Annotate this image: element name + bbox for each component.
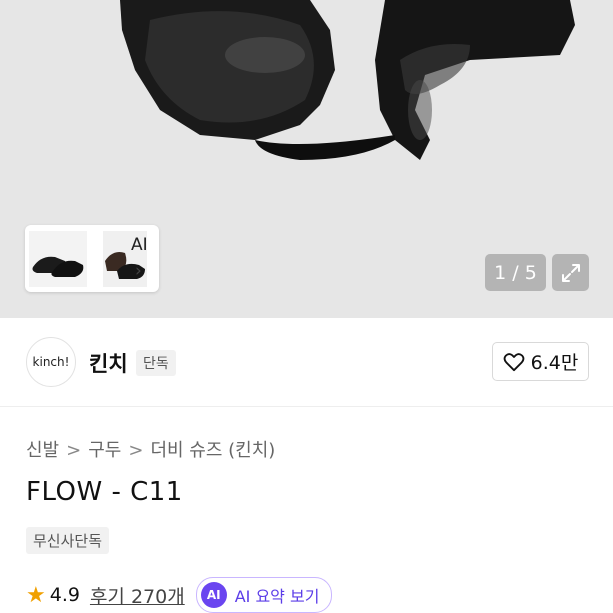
thumbnail-image[interactable] — [29, 231, 87, 287]
product-image-gallery[interactable]: AI › 1 / 5 — [0, 0, 613, 318]
exclusive-badge: 단독 — [136, 350, 176, 376]
ai-summary-button[interactable]: AI AI 요약 보기 — [195, 577, 333, 613]
ai-badge-icon: AI — [200, 582, 227, 608]
rating-value: 4.9 — [49, 584, 80, 606]
brand-row: kinch! 킨치 단독 6.4만 — [0, 318, 613, 407]
breadcrumb: 신발 > 구두 > 더비 슈즈 (킨치) — [26, 436, 275, 462]
like-button[interactable]: 6.4만 — [492, 342, 589, 381]
brand-name[interactable]: 킨치 — [89, 348, 128, 378]
breadcrumb-separator-icon: > — [128, 440, 144, 461]
ai-summary-label: AI 요약 보기 — [234, 587, 320, 606]
chevron-right-icon: › — [135, 261, 142, 281]
like-count: 6.4만 — [530, 352, 579, 374]
exclusive-tag: 무신사단독 — [26, 527, 110, 554]
star-icon: ★ — [26, 582, 46, 608]
breadcrumb-item-dress-shoes[interactable]: 구두 — [88, 440, 121, 461]
expand-button[interactable] — [552, 254, 589, 291]
review-count-link[interactable]: 후기 270개 — [90, 582, 185, 609]
ai-label: AI — [131, 235, 148, 255]
breadcrumb-item-derby-shoes[interactable]: 더비 슈즈 (킨치) — [150, 440, 275, 461]
expand-icon — [561, 263, 580, 282]
breadcrumb-item-shoes[interactable]: 신발 — [26, 440, 59, 461]
breadcrumb-separator-icon: > — [66, 440, 82, 461]
heart-outline-icon — [503, 352, 524, 371]
product-title: FLOW - C11 — [26, 477, 183, 507]
brand-logo[interactable]: kinch! — [26, 337, 76, 387]
image-counter: 1 / 5 — [485, 254, 546, 291]
rating-row: ★ 4.9 후기 270개 AI AI 요약 보기 — [26, 577, 333, 613]
ai-similar-items-card[interactable]: AI › — [25, 225, 159, 292]
